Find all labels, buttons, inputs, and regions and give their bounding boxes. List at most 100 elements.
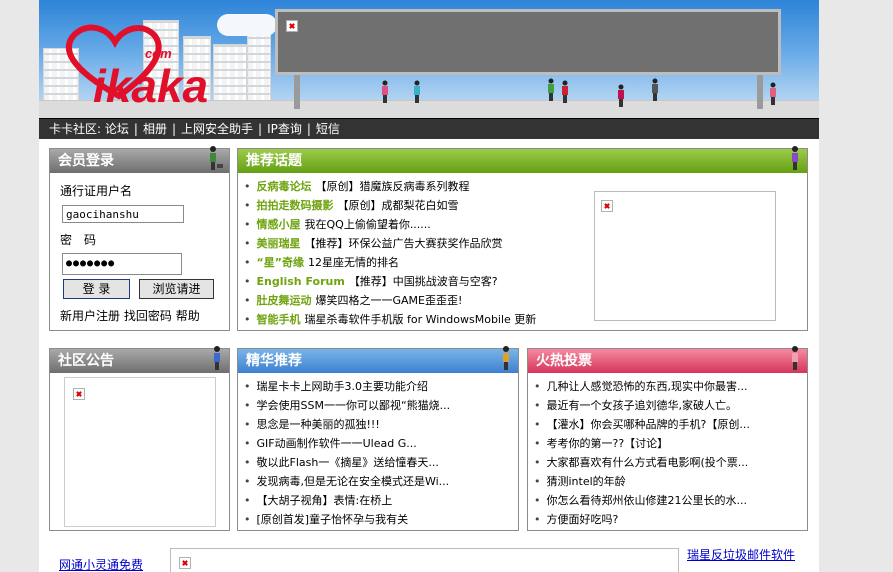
- hot-item-link[interactable]: 考考你的第一??【讨论】: [547, 437, 669, 450]
- person-figure: [652, 78, 658, 101]
- nav-ip-lookup[interactable]: IP查询: [267, 122, 302, 136]
- hot-item[interactable]: 几种让人感觉恐怖的东西,现实中你最害...: [528, 377, 798, 396]
- featured-item[interactable]: GIF动画制作软件一一Ulead G...: [238, 434, 508, 453]
- person-figure: [382, 80, 388, 103]
- password-field[interactable]: ●●●●●●●: [62, 253, 182, 275]
- password-label: 密 码: [60, 233, 97, 247]
- browse-button[interactable]: 浏览请进: [139, 279, 214, 299]
- nav-separator: |: [171, 122, 176, 136]
- featured-item-link[interactable]: [原创首发]童子怡怀孕与我有关: [257, 513, 409, 526]
- hot-item-link[interactable]: 几种让人感觉恐怖的东西,现实中你最害...: [547, 380, 748, 393]
- login-button[interactable]: 登 录: [63, 279, 130, 299]
- find-password-link[interactable]: 找回密码: [124, 309, 172, 323]
- hot-item[interactable]: 方便面好吃吗?: [528, 510, 798, 529]
- forum-link[interactable]: 肚皮舞运动: [257, 294, 312, 307]
- recommend-item[interactable]: 反病毒论坛【原创】猎魔族反病毒系列教程: [238, 177, 588, 196]
- forum-link[interactable]: 美丽瑞星: [257, 237, 301, 250]
- person-figure: [548, 78, 554, 101]
- topic-link[interactable]: 瑞星杀毒软件手机版 for WindowsMobile 更新: [305, 313, 537, 326]
- forum-link[interactable]: English Forum: [257, 275, 345, 288]
- featured-title-bar: 精华推荐: [238, 346, 518, 373]
- topic-link[interactable]: 【推荐】中国挑战波音与空客?: [349, 275, 498, 288]
- featured-item-link[interactable]: 【大胡子视角】表情:在桥上: [257, 494, 393, 507]
- featured-item-link[interactable]: 思念是一种美丽的孤独!!!: [257, 418, 380, 431]
- nav-separator: |: [133, 122, 138, 136]
- featured-item[interactable]: 学会使用SSM一一你可以鄙视“熊猫烧...: [238, 396, 508, 415]
- hot-item-link[interactable]: 方便面好吃吗?: [547, 513, 619, 526]
- forum-link[interactable]: 反病毒论坛: [257, 180, 312, 193]
- hot-panel: 火热投票 几种让人感觉恐怖的东西,现实中你最害... 最近有一个女孩子追刘德华,家…: [527, 346, 808, 531]
- hot-item-link[interactable]: 【灌水】你会买哪种品牌的手机?【原创...: [547, 418, 750, 431]
- featured-list: 瑞星卡卡上网助手3.0主要功能介绍学会使用SSM一一你可以鄙视“熊猫烧... 思念…: [238, 377, 508, 529]
- hot-item[interactable]: 猜测intel的年龄: [528, 472, 798, 491]
- recommend-item[interactable]: 情感小屋我在QQ上偷偷望着你......: [238, 215, 588, 234]
- hot-item-link[interactable]: 大家都喜欢有什么方式看电影啊(投个票...: [547, 456, 749, 469]
- hot-item[interactable]: 考考你的第一??【讨论】: [528, 434, 798, 453]
- featured-item[interactable]: 发现病毒,但是无论在安全模式还是Wi...: [238, 472, 508, 491]
- nav-separator: |: [258, 122, 263, 136]
- topic-link[interactable]: 我在QQ上偷偷望着你......: [305, 218, 431, 231]
- topic-link[interactable]: 【推荐】环保公益广告大赛获奖作品欣赏: [305, 237, 503, 250]
- hot-item[interactable]: 【灌水】你会买哪种品牌的手机?【原创...: [528, 415, 798, 434]
- featured-item[interactable]: [原创首发]童子怡怀孕与我有关: [238, 510, 508, 529]
- topic-link[interactable]: 【原创】成都梨花白如雪: [338, 199, 459, 212]
- broken-image-icon: [73, 388, 85, 400]
- person-with-dog-icon: [210, 146, 223, 170]
- featured-item-link[interactable]: 学会使用SSM一一你可以鄙视“熊猫烧...: [257, 399, 451, 412]
- featured-title: 精华推荐: [246, 353, 302, 369]
- recommend-item[interactable]: 智能手机瑞星杀毒软件手机版 for WindowsMobile 更新: [238, 310, 588, 329]
- topic-link[interactable]: 12星座无情的排名: [308, 256, 399, 269]
- hot-title: 火热投票: [536, 353, 592, 369]
- nav-album[interactable]: 相册: [143, 122, 167, 136]
- anti-spam-link[interactable]: 瑞星反垃圾邮件软件: [687, 546, 795, 563]
- featured-panel: 精华推荐 瑞星卡卡上网助手3.0主要功能介绍学会使用SSM一一你可以鄙视“熊猫烧…: [237, 346, 519, 531]
- hot-item-link[interactable]: 最近有一个女孩子追刘德华,家破人亡。: [547, 399, 738, 412]
- hot-item[interactable]: 大家都喜欢有什么方式看电影啊(投个票...: [528, 453, 798, 472]
- recommend-item[interactable]: 肚皮舞运动爆笑四格之一一GAME歪歪歪!: [238, 291, 588, 310]
- forum-link[interactable]: “星”奇缘: [257, 256, 304, 269]
- broken-image-icon: [601, 200, 613, 212]
- person-figure: [562, 80, 568, 103]
- recommend-item[interactable]: 拍拍走数码摄影【原创】成都梨花白如雪: [238, 196, 588, 215]
- featured-item-link[interactable]: 瑞星卡卡上网助手3.0主要功能介绍: [257, 380, 429, 393]
- notice-content[interactable]: [64, 377, 216, 527]
- billboard-post: [294, 75, 300, 109]
- xiaolingtong-link[interactable]: 网通小灵通免费: [59, 556, 143, 572]
- person-figure-icon: [214, 346, 220, 370]
- hot-item[interactable]: 你怎么看待郑州依山修建21公里长的水...: [528, 491, 798, 510]
- billboard-ad[interactable]: [275, 9, 781, 75]
- featured-item-link[interactable]: GIF动画制作软件一一Ulead G...: [257, 437, 417, 450]
- hot-item-link[interactable]: 猜测intel的年龄: [547, 475, 626, 488]
- help-link[interactable]: 帮助: [176, 309, 200, 323]
- recommend-image[interactable]: [594, 191, 776, 321]
- hot-item-link[interactable]: 你怎么看待郑州依山修建21公里长的水...: [547, 494, 748, 507]
- featured-item-link[interactable]: 敬以此Flash一《摘星》送给憧春天...: [257, 456, 439, 469]
- nav-sms[interactable]: 短信: [316, 122, 340, 136]
- username-field[interactable]: [62, 205, 184, 223]
- register-link[interactable]: 新用户注册: [60, 309, 120, 323]
- forum-link[interactable]: 情感小屋: [257, 218, 301, 231]
- notice-panel: 社区公告: [49, 346, 230, 531]
- nav-security-assistant[interactable]: 上网安全助手: [181, 122, 253, 136]
- featured-item[interactable]: 【大胡子视角】表情:在桥上: [238, 491, 508, 510]
- topic-link[interactable]: 爆笑四格之一一GAME歪歪歪!: [316, 294, 463, 307]
- person-figure: [414, 80, 420, 103]
- person-figure-icon: [503, 346, 509, 370]
- featured-item[interactable]: 瑞星卡卡上网助手3.0主要功能介绍: [238, 377, 508, 396]
- topic-link[interactable]: 【原创】猎魔族反病毒系列教程: [316, 180, 470, 193]
- featured-item[interactable]: 思念是一种美丽的孤独!!!: [238, 415, 508, 434]
- bottom-ad[interactable]: [170, 548, 679, 572]
- hot-item[interactable]: 最近有一个女孩子追刘德华,家破人亡。: [528, 396, 798, 415]
- forum-link[interactable]: 智能手机: [257, 313, 301, 326]
- forum-link[interactable]: 拍拍走数码摄影: [257, 199, 334, 212]
- nav-forum[interactable]: 论坛: [105, 122, 129, 136]
- hot-title-bar: 火热投票: [528, 346, 807, 373]
- featured-item[interactable]: 敬以此Flash一《摘星》送给憧春天...: [238, 453, 508, 472]
- recommend-item[interactable]: “星”奇缘 12星座无情的排名: [238, 253, 588, 272]
- recommend-item[interactable]: English Forum 【推荐】中国挑战波音与空客?: [238, 272, 588, 291]
- ikaka-logo[interactable]: com ikaka: [59, 22, 269, 108]
- featured-item-link[interactable]: 发现病毒,但是无论在安全模式还是Wi...: [257, 475, 450, 488]
- recommend-item[interactable]: 美丽瑞星【推荐】环保公益广告大赛获奖作品欣赏: [238, 234, 588, 253]
- notice-title: 社区公告: [58, 353, 114, 369]
- person-figure-icon: [792, 346, 798, 370]
